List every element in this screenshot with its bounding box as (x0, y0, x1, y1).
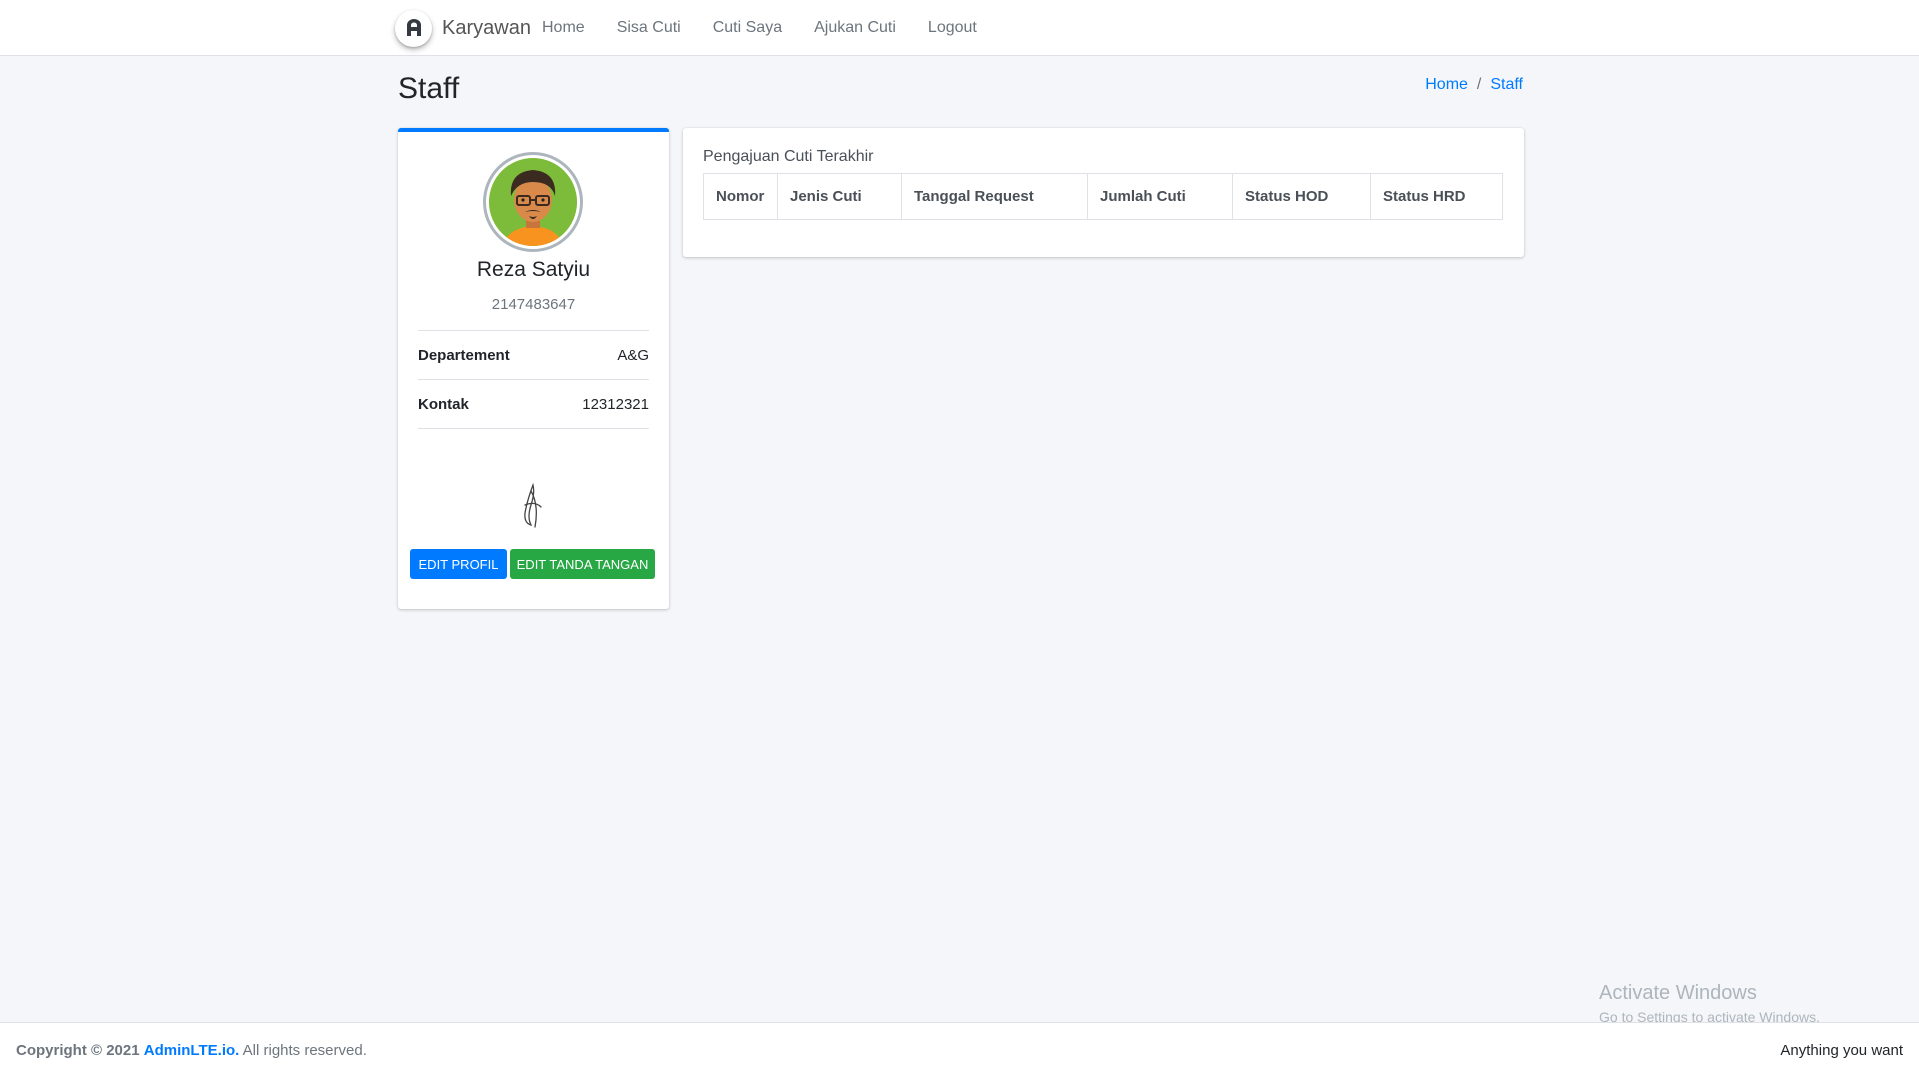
footer-copyright: Copyright © 2021 AdminLTE.io. All rights… (16, 1042, 367, 1059)
windows-activation-watermark: Activate Windows Go to Settings to activ… (1599, 982, 1820, 1025)
column-header-status-hod: Status HOD (1232, 173, 1371, 220)
table-header-row: Nomor Jenis Cuti Tanggal Request Jumlah … (703, 173, 1503, 220)
breadcrumb: Home / Staff (1425, 76, 1523, 94)
info-label-departement: Departement (418, 346, 510, 364)
column-header-nomor: Nomor (703, 173, 778, 220)
column-header-status-hrd: Status HRD (1370, 173, 1503, 220)
brand-link[interactable]: Karyawan (395, 9, 531, 47)
footer-right-text: Anything you want (1780, 1042, 1903, 1059)
adminlte-logo-icon (395, 9, 432, 47)
profile-id-number: 2147483647 (491, 296, 576, 313)
column-header-tanggal-request: Tanggal Request (901, 173, 1088, 220)
user-avatar (483, 152, 583, 252)
leave-requests-card: Pengajuan Cuti Terakhir Nomor Jenis Cuti… (683, 128, 1524, 257)
nav-link-home[interactable]: Home (526, 19, 601, 37)
profile-name: Reza Satyiu (476, 258, 591, 281)
info-label-kontak: Kontak (418, 395, 469, 413)
brand-text: Karyawan (442, 16, 531, 39)
footer-brand-link[interactable]: AdminLTE.io. (144, 1042, 240, 1059)
leave-requests-title: Pengajuan Cuti Terakhir (703, 148, 874, 165)
page-footer: Copyright © 2021 AdminLTE.io. All rights… (0, 1022, 1919, 1078)
info-value-departement: A&G (617, 346, 649, 364)
signature-image (513, 481, 553, 531)
info-row-departement: Departement A&G (418, 331, 649, 380)
info-row-kontak: Kontak 12312321 (418, 380, 649, 429)
leave-requests-table: Nomor Jenis Cuti Tanggal Request Jumlah … (703, 173, 1503, 220)
watermark-title: Activate Windows (1599, 982, 1757, 1004)
profile-actions: EDIT PROFIL EDIT TANDA TANGAN (410, 549, 655, 579)
nav-links: Home Sisa Cuti Cuti Saya Ajukan Cuti Log… (526, 0, 993, 56)
top-navbar: Karyawan Home Sisa Cuti Cuti Saya Ajukan… (0, 0, 1919, 56)
edit-signature-button[interactable]: EDIT TANDA TANGAN (510, 549, 655, 579)
edit-profile-button[interactable]: EDIT PROFIL (410, 549, 507, 579)
nav-link-sisa-cuti[interactable]: Sisa Cuti (601, 19, 697, 37)
breadcrumb-home[interactable]: Home (1425, 76, 1468, 94)
nav-link-cuti-saya[interactable]: Cuti Saya (697, 19, 798, 37)
page-title: Staff (398, 72, 460, 105)
footer-rights: All rights reserved. (242, 1042, 367, 1059)
footer-copyright-prefix: Copyright © 2021 (16, 1042, 140, 1059)
nav-link-logout[interactable]: Logout (912, 19, 993, 37)
nav-link-ajukan-cuti[interactable]: Ajukan Cuti (798, 19, 912, 37)
column-header-jumlah-cuti: Jumlah Cuti (1087, 173, 1233, 220)
profile-info-list: Departement A&G Kontak 12312321 (418, 330, 649, 429)
profile-card: Reza Satyiu 2147483647 Departement A&G K… (398, 128, 669, 609)
avatar-illustration-icon (489, 158, 577, 246)
breadcrumb-separator: / (1476, 76, 1482, 93)
breadcrumb-staff[interactable]: Staff (1490, 76, 1523, 94)
info-value-kontak: 12312321 (582, 395, 649, 413)
column-header-jenis-cuti: Jenis Cuti (777, 173, 902, 220)
